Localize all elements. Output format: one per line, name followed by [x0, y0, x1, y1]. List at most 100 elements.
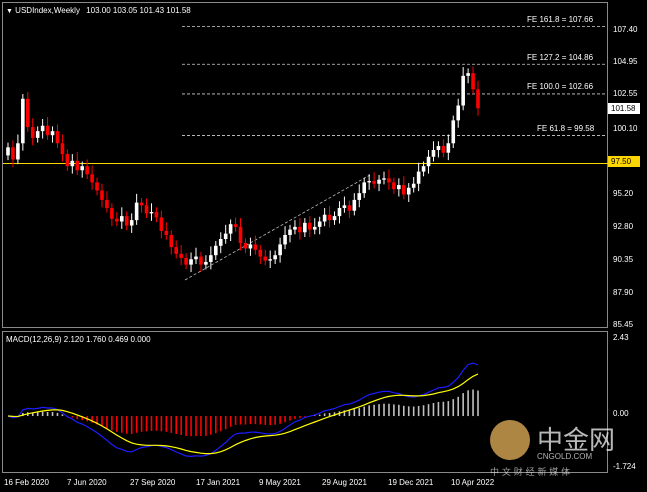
candle-body — [377, 179, 381, 184]
watermark-url: CNGOLD.COM — [537, 452, 593, 461]
candle-body — [223, 233, 228, 240]
candle-body — [456, 105, 461, 121]
macd-signal-line — [7, 373, 479, 455]
price-tick: 104.95 — [613, 57, 638, 66]
fib-label-61: FE 61.8 = 99.58 — [537, 124, 595, 133]
candle-body — [362, 182, 367, 194]
level-price-tag: 97.50 — [608, 156, 640, 167]
candle-body — [70, 160, 75, 167]
symbol-label: USDIndex,Weekly — [15, 6, 80, 15]
candle-body — [194, 256, 198, 260]
macd-header: MACD(12,26,9) 2.120 1.760 0.469 0.000 — [6, 335, 151, 344]
candle-body — [416, 171, 421, 184]
candle-body — [95, 182, 99, 191]
price-tick: 107.40 — [613, 25, 638, 34]
candle-body — [298, 226, 302, 233]
price-tick: 102.55 — [613, 89, 638, 98]
price-tick: 90.35 — [613, 255, 634, 264]
candle-body — [253, 244, 258, 250]
price-tick: 95.20 — [613, 189, 634, 198]
price-tick: 85.45 — [613, 320, 634, 329]
trend-line — [184, 174, 371, 281]
candle-body — [401, 185, 406, 195]
candle-body — [372, 181, 376, 184]
candle-body — [45, 125, 50, 136]
candle-body — [476, 89, 480, 109]
candle-body — [110, 208, 114, 219]
candle-body — [80, 166, 85, 171]
candle-body — [283, 234, 287, 245]
time-tick: 7 Jun 2020 — [67, 478, 107, 487]
candle-body — [312, 226, 317, 230]
candle-body — [426, 156, 431, 167]
macd-tick: -1.724 — [613, 462, 636, 471]
candle-body — [129, 220, 134, 226]
candle-body — [159, 217, 164, 231]
candle-body — [100, 190, 104, 200]
candle-body — [258, 249, 263, 257]
menu-triangle-icon[interactable]: ▼ — [6, 8, 13, 15]
candle-body — [21, 98, 25, 144]
candle-body — [174, 247, 179, 254]
candle-body — [144, 205, 149, 214]
candle-body — [268, 259, 273, 261]
candle-body — [6, 147, 10, 156]
current-price-tag: 101.58 — [608, 103, 640, 114]
price-tick: 87.90 — [613, 288, 634, 297]
candle-body — [119, 216, 124, 222]
candle-body — [115, 218, 119, 222]
chart-canvas — [3, 26, 608, 458]
candle-body — [164, 230, 169, 235]
price-tick: 100.10 — [613, 124, 638, 133]
price-tick: 92.80 — [613, 222, 634, 231]
candle-body — [382, 178, 386, 180]
candle-body — [263, 256, 268, 261]
candle-body — [322, 214, 327, 222]
candle-body — [184, 257, 188, 265]
candle-body — [332, 216, 337, 221]
candle-body — [357, 193, 362, 200]
macd-tick: 2.43 — [613, 333, 629, 342]
candle-body — [436, 145, 441, 151]
candle-body — [134, 202, 139, 221]
candle-body — [154, 212, 159, 218]
candle-body — [40, 125, 45, 132]
candle-body — [466, 73, 470, 76]
time-tick: 19 Dec 2021 — [388, 478, 434, 487]
candle-body — [303, 222, 307, 233]
candle-body — [11, 147, 15, 160]
candle-body — [228, 224, 233, 234]
candle-body — [431, 150, 436, 157]
candle-body — [317, 221, 322, 227]
candle-body — [441, 145, 446, 153]
candle-body — [347, 205, 352, 211]
candle-body — [233, 224, 238, 227]
candle-body — [75, 160, 80, 171]
candle-body — [218, 239, 223, 246]
candle-body — [461, 75, 465, 106]
candle-body — [209, 255, 213, 262]
macd-tick: 0.00 — [613, 409, 629, 418]
candle-body — [387, 178, 391, 183]
cngold-logo-icon — [490, 420, 530, 460]
candle-body — [35, 131, 40, 138]
time-tick: 29 Aug 2021 — [322, 478, 367, 487]
candle-body — [406, 187, 411, 195]
time-tick: 17 Jan 2021 — [196, 478, 241, 487]
candle-body — [213, 245, 218, 256]
candle-body — [352, 199, 357, 211]
symbol-header: ▼ USDIndex,Weekly 103.00 103.05 101.43 1… — [6, 6, 191, 15]
candle-body — [273, 255, 277, 260]
fib-label-161: FE 161.8 = 107.66 — [527, 15, 594, 24]
candle-body — [149, 212, 154, 214]
candle-body — [307, 222, 312, 230]
candle-body — [50, 131, 55, 136]
candle-body — [169, 234, 174, 248]
candle-body — [421, 166, 426, 172]
candle-body — [105, 199, 109, 209]
candle-body — [60, 143, 65, 155]
candle-body — [248, 244, 253, 249]
candle-body — [392, 182, 396, 190]
candle-body — [446, 143, 451, 153]
candle-body — [204, 261, 208, 265]
